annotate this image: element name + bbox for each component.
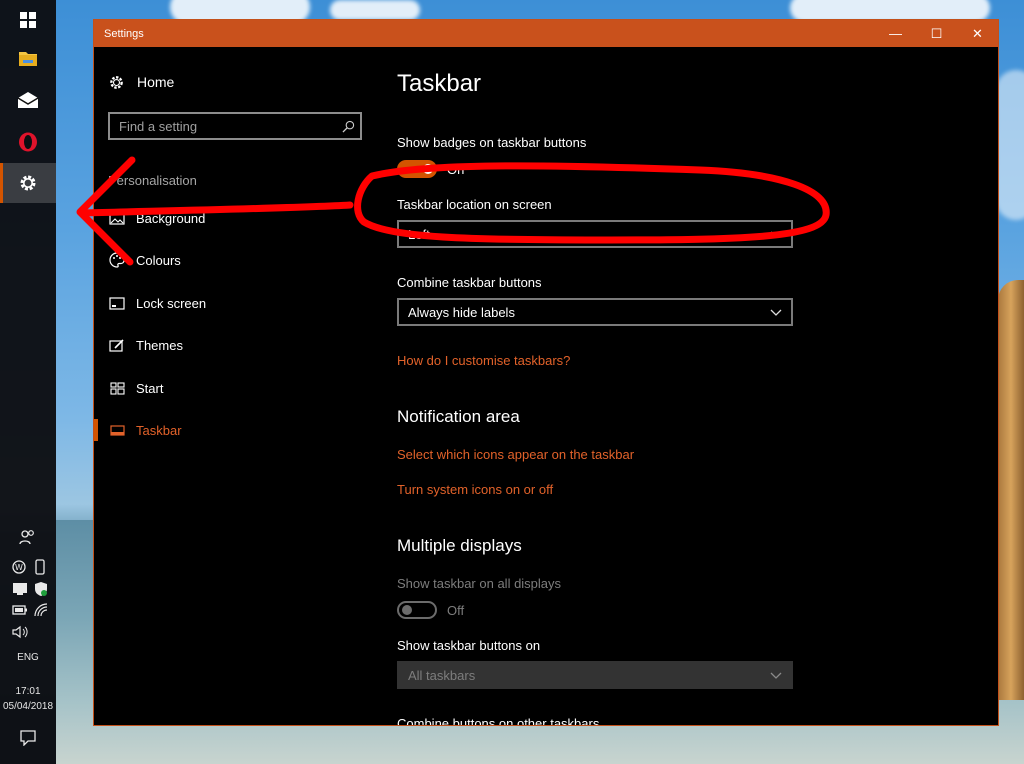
settings-window: Settings — ☐ ✕ Home Find a setting Perso… (93, 19, 999, 726)
location-value: Left (408, 226, 430, 242)
title-bar[interactable]: Settings — ☐ ✕ (94, 20, 998, 47)
windows-logo-icon (20, 12, 36, 28)
page-title: Taskbar (397, 70, 482, 97)
gear-icon (20, 175, 36, 191)
nav-item-label: Lock screen (136, 295, 207, 311)
folder-icon (19, 52, 37, 66)
image-icon (108, 211, 126, 225)
nav-section-title: Personalisation (108, 173, 197, 188)
close-button[interactable]: ✕ (957, 20, 998, 47)
window-title: Settings (104, 27, 144, 40)
palette-icon (108, 252, 126, 268)
nav-item-label: Background (136, 210, 206, 226)
settings-taskbar-button[interactable] (0, 163, 56, 203)
language-indicator[interactable]: ENG (0, 652, 56, 663)
people-icon[interactable] (19, 529, 37, 548)
home-gear-icon (108, 75, 124, 90)
badges-toggle[interactable] (397, 160, 437, 178)
opera-button[interactable] (0, 122, 56, 162)
chevron-down-icon (761, 672, 791, 679)
themes-icon (108, 338, 126, 352)
nav-item-lock-screen[interactable]: Lock screen (94, 288, 377, 318)
mail-button[interactable] (0, 80, 56, 120)
show-all-displays-label: Show taskbar on all displays (397, 576, 562, 591)
nav-item-label: Themes (136, 337, 183, 353)
show-all-displays-state: Off (447, 603, 465, 618)
battery-icon[interactable] (12, 604, 28, 618)
buttons-on-value: All taskbars (408, 667, 476, 683)
badges-label: Show badges on taskbar buttons (397, 135, 587, 150)
file-explorer-button[interactable] (0, 38, 56, 78)
system-icons-link[interactable]: Turn system icons on or off (397, 482, 553, 497)
wps-icon[interactable]: W (12, 560, 26, 577)
lock-screen-icon (108, 296, 126, 310)
close-icon: ✕ (972, 25, 983, 41)
taskbar: W ENG 17:01 05/04/2018 (0, 0, 56, 764)
taskbar-icon (108, 424, 126, 436)
maximize-icon: ☐ (930, 25, 943, 41)
start-icon (108, 381, 126, 395)
clock-date[interactable]: 05/04/2018 (0, 701, 56, 712)
notification-heading: Notification area (397, 407, 520, 426)
monitor-icon[interactable] (12, 582, 28, 599)
volume-icon[interactable] (12, 625, 30, 642)
chevron-down-icon (761, 231, 791, 238)
chevron-down-icon (761, 309, 791, 316)
nav-item-label: Colours (136, 252, 181, 268)
nav-item-label: Taskbar (136, 422, 182, 438)
cliff-rock (998, 280, 1024, 700)
select-icons-link[interactable]: Select which icons appear on the taskbar (397, 447, 634, 462)
nav-item-background[interactable]: Background (94, 203, 377, 233)
show-all-displays-toggle[interactable] (397, 601, 437, 619)
combine-value: Always hide labels (408, 304, 515, 320)
buttons-on-dropdown[interactable]: All taskbars (397, 661, 793, 689)
badges-toggle-state: On (447, 162, 465, 177)
mail-icon (17, 92, 39, 108)
combine-label: Combine taskbar buttons (397, 275, 542, 290)
settings-nav: Home Find a setting Personalisation Back… (94, 48, 377, 725)
multiple-displays-heading: Multiple displays (397, 536, 522, 555)
security-shield-icon[interactable] (34, 581, 48, 600)
opera-icon (19, 132, 37, 152)
nav-item-label: Start (136, 380, 164, 396)
start-button[interactable] (0, 0, 56, 40)
nav-item-start[interactable]: Start (94, 373, 377, 403)
combine-dropdown[interactable]: Always hide labels (397, 298, 793, 326)
search-icon (336, 120, 360, 133)
buttons-on-label: Show taskbar buttons on (397, 638, 541, 653)
svg-text:W: W (15, 563, 23, 572)
search-placeholder: Find a setting (119, 118, 198, 134)
location-dropdown[interactable]: Left (397, 220, 793, 248)
taskbar-settings-content: Taskbar Show badges on taskbar buttons O… (397, 48, 998, 725)
minimize-button[interactable]: — (875, 20, 916, 47)
clock-time[interactable]: 17:01 (0, 686, 56, 697)
search-input[interactable]: Find a setting (108, 112, 362, 140)
maximize-button[interactable]: ☐ (916, 20, 957, 47)
help-link[interactable]: How do I customise taskbars? (397, 353, 570, 368)
location-label: Taskbar location on screen (397, 197, 552, 212)
nav-home-label: Home (137, 74, 175, 90)
combine-other-label: Combine buttons on other taskbars (397, 716, 600, 725)
phone-icon[interactable] (35, 559, 45, 578)
nav-item-themes[interactable]: Themes (94, 330, 377, 360)
wifi-icon[interactable] (34, 603, 48, 620)
nav-home[interactable]: Home (108, 74, 174, 90)
minimize-icon: — (889, 26, 902, 41)
action-center-icon[interactable] (20, 730, 36, 749)
nav-item-colours[interactable]: Colours (94, 245, 377, 275)
nav-item-taskbar[interactable]: Taskbar (94, 415, 377, 445)
